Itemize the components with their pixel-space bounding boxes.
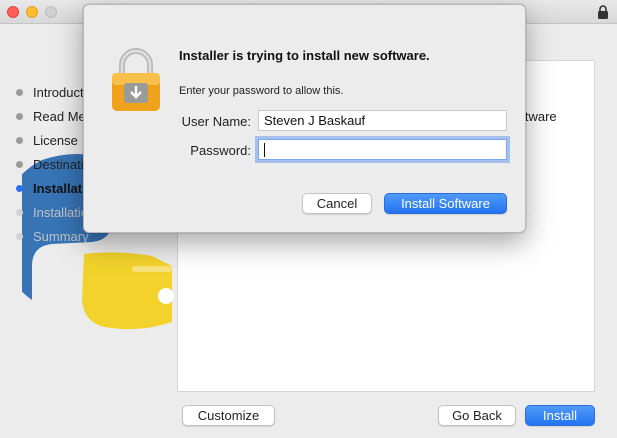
step-bullet-icon — [16, 136, 23, 144]
padlock-installer-icon — [112, 48, 160, 111]
zoom-window-button[interactable] — [45, 6, 57, 18]
step-bullet-icon — [16, 160, 23, 168]
step-read-me: Read Me — [16, 107, 86, 125]
dialog-message: Enter your password to allow this. — [179, 85, 344, 97]
step-bullet-icon — [16, 232, 23, 240]
step-bullet-icon — [16, 184, 23, 192]
step-summary: Summary — [16, 227, 89, 245]
go-back-button[interactable]: Go Back — [438, 405, 516, 426]
password-label: Password: — [190, 143, 251, 158]
step-label: Read Me — [33, 108, 86, 124]
lock-icon — [598, 5, 608, 19]
user-name-label: User Name: — [181, 114, 251, 129]
close-window-button[interactable] — [7, 6, 19, 18]
text-caret — [264, 143, 265, 157]
password-field[interactable] — [258, 139, 507, 160]
step-bullet-icon — [16, 88, 23, 96]
step-bullet-icon — [16, 208, 23, 216]
user-name-field[interactable]: Steven J Baskauf — [258, 110, 507, 131]
step-bullet-icon — [16, 112, 23, 120]
step-license: License — [16, 131, 78, 149]
authentication-dialog: Installer is trying to install new softw… — [83, 4, 526, 233]
customize-button[interactable]: Customize — [182, 405, 275, 426]
minimize-window-button[interactable] — [26, 6, 38, 18]
cancel-button[interactable]: Cancel — [302, 193, 372, 214]
dialog-title: Installer is trying to install new softw… — [179, 48, 430, 63]
step-label: License — [33, 132, 78, 148]
install-software-button[interactable]: Install Software — [384, 193, 507, 214]
step-label: Summary — [33, 228, 89, 244]
install-button[interactable]: Install — [525, 405, 595, 426]
